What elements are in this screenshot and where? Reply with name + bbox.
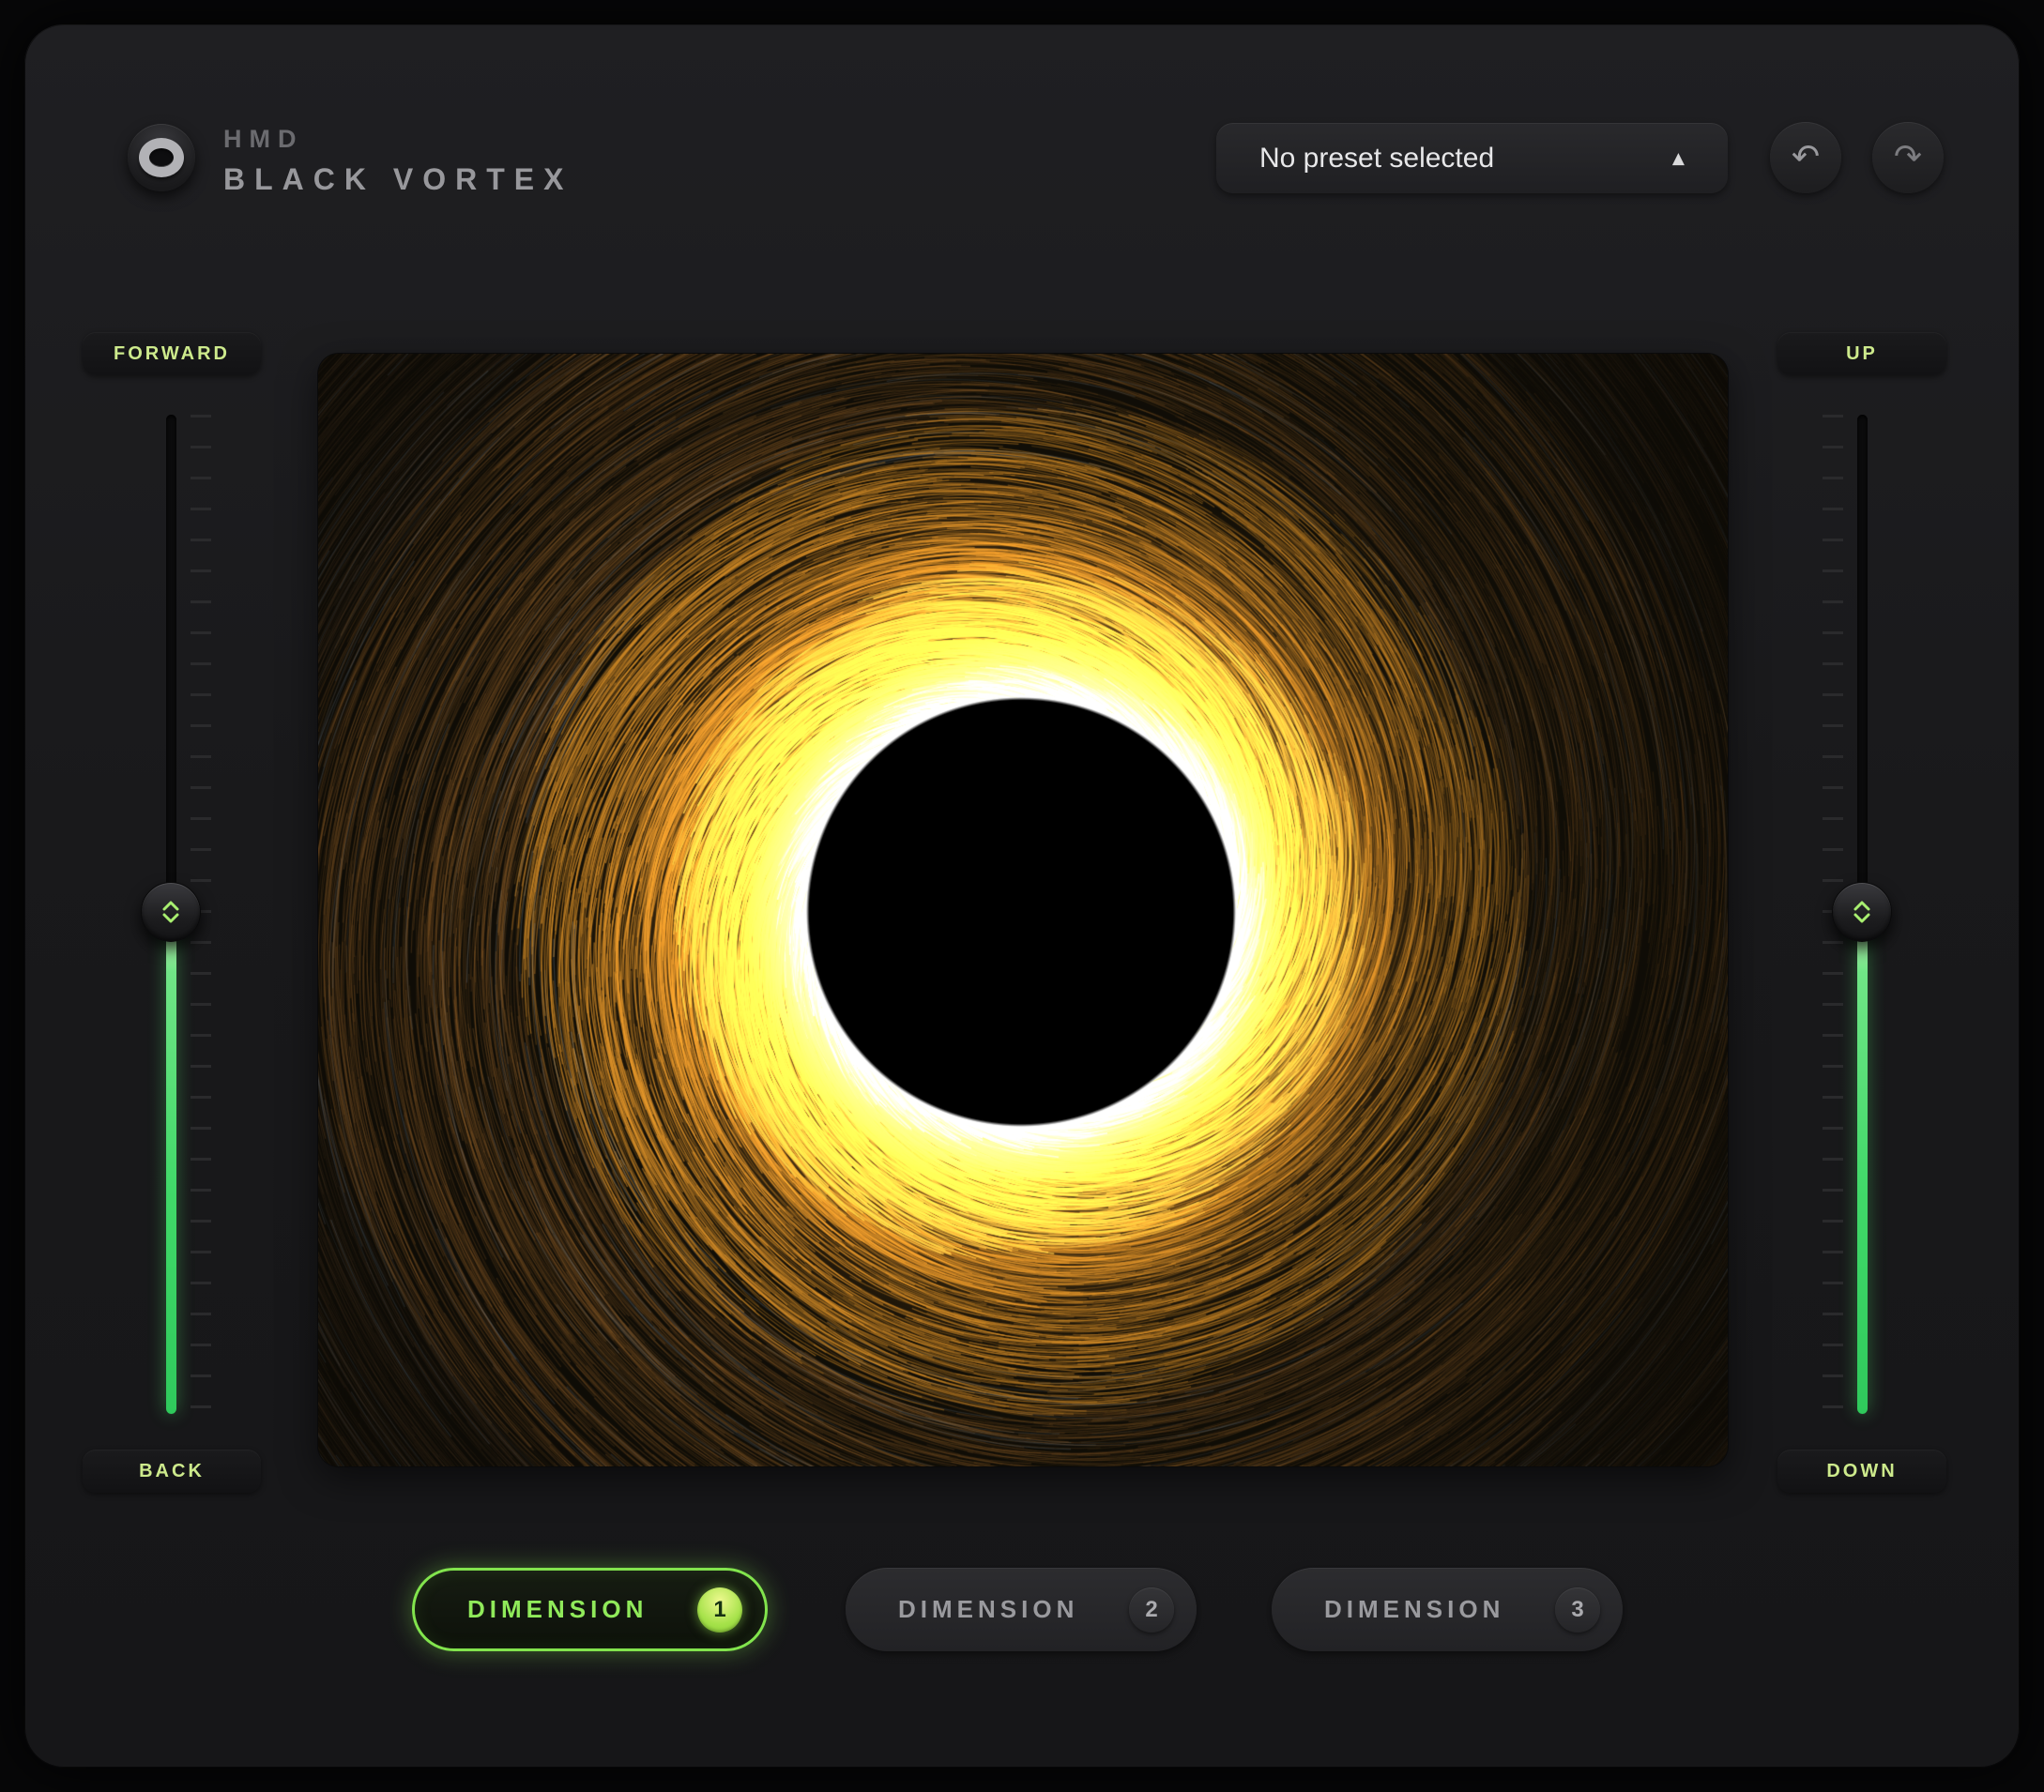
dimension-3-badge: 3 [1555,1587,1600,1633]
chevrons-up-down-icon [160,899,182,925]
vortex-display [318,354,1728,1466]
page-title: BLACK VORTEX [223,162,572,197]
dimension-1-badge: 1 [697,1587,742,1633]
right-slider-thumb[interactable] [1832,882,1892,942]
undo-icon: ↶ [1792,141,1820,175]
up-label: UP [1777,332,1946,375]
ring-icon [139,138,184,177]
dropdown-arrow-icon: ▲ [1672,149,1685,168]
forward-label: FORWARD [83,332,261,375]
dimension-1-button[interactable]: DIMENSION 1 [412,1568,768,1651]
preset-value: No preset selected [1259,143,1494,175]
undo-button[interactable]: ↶ [1770,122,1841,193]
vortex-canvas [318,354,1728,1466]
down-label: DOWN [1777,1450,1946,1493]
redo-button[interactable]: ↷ [1872,122,1944,193]
right-slider-fill [1857,912,1868,1414]
dimension-3-button[interactable]: DIMENSION 3 [1272,1568,1623,1651]
dimension-2-badge: 2 [1129,1587,1174,1633]
left-slider-fill [166,912,176,1414]
back-label: BACK [83,1450,261,1493]
dimension-1-label: DIMENSION [467,1595,648,1624]
brand-logo-icon [128,124,195,191]
dimension-2-button[interactable]: DIMENSION 2 [846,1568,1197,1651]
left-slider-thumb[interactable] [141,882,201,942]
chevrons-up-down-icon [1851,899,1873,925]
dimension-3-label: DIMENSION [1324,1595,1504,1624]
redo-icon: ↷ [1894,141,1922,175]
dimension-2-label: DIMENSION [898,1595,1078,1624]
preset-selector[interactable]: No preset selected ▲ [1216,123,1728,193]
brand-block: HMD BLACK VORTEX [223,125,572,197]
brand-name: HMD [223,125,572,154]
